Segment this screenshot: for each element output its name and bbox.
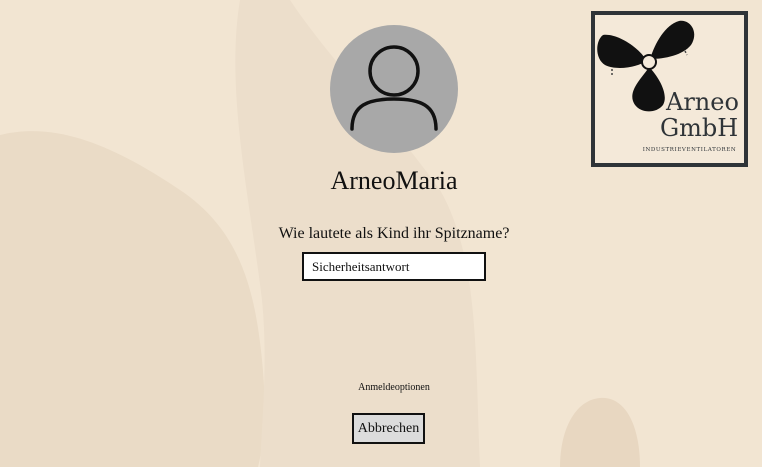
company-logo: Arneo GmbH INDUSTRIEVENTILATOREN bbox=[591, 11, 748, 167]
signin-options-link[interactable]: Anmeldeoptionen bbox=[0, 382, 762, 393]
user-avatar bbox=[330, 25, 458, 153]
user-icon bbox=[350, 45, 438, 131]
logo-name-line1: Arneo bbox=[666, 88, 739, 116]
cancel-button[interactable]: Abbrechen bbox=[352, 413, 425, 444]
account-username: ArneoMaria bbox=[330, 166, 458, 195]
logo-tagline: INDUSTRIEVENTILATOREN bbox=[642, 147, 737, 153]
security-answer-input[interactable] bbox=[302, 252, 486, 281]
logo-name-line2: GmbH bbox=[660, 114, 739, 142]
security-question: Wie lautete als Kind ihr Spitzname? bbox=[278, 225, 510, 242]
